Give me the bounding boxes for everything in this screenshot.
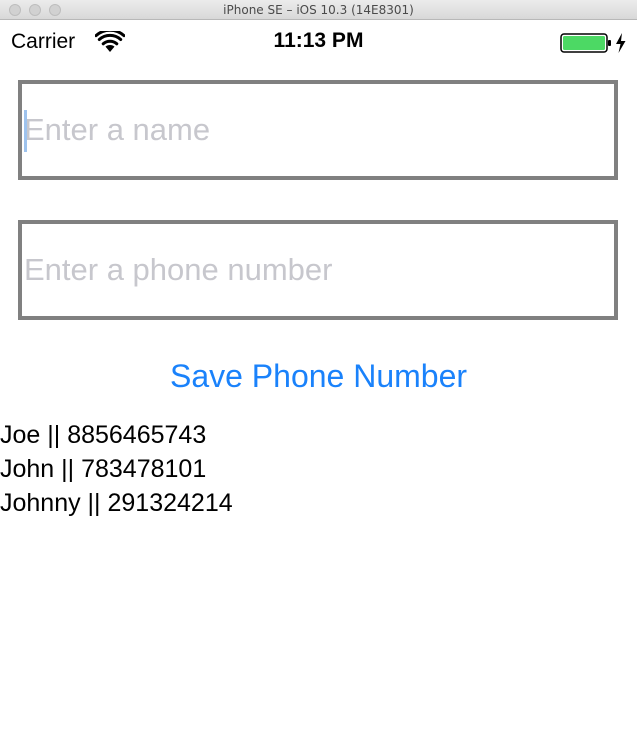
phone-entries-list: Joe || 8856465743 John || 783478101 John…: [0, 418, 233, 520]
list-item: John || 783478101: [0, 455, 207, 483]
save-phone-number-button[interactable]: Save Phone Number: [0, 358, 637, 395]
list-item: Johnny || 291324214: [0, 489, 233, 517]
text-cursor: [24, 110, 27, 152]
status-bar: Carrier 11:13 PM: [0, 20, 637, 62]
name-input[interactable]: [24, 84, 614, 176]
phone-input[interactable]: [24, 224, 614, 316]
status-time: 11:13 PM: [273, 29, 364, 52]
simulator-title-bar: iPhone SE – iOS 10.3 (14E8301): [0, 0, 637, 20]
phone-field[interactable]: [18, 220, 618, 320]
window-title: iPhone SE – iOS 10.3 (14E8301): [223, 3, 414, 17]
name-field[interactable]: [18, 80, 618, 180]
battery-charging-icon: [560, 33, 626, 53]
list-item: Joe || 8856465743: [0, 421, 207, 449]
